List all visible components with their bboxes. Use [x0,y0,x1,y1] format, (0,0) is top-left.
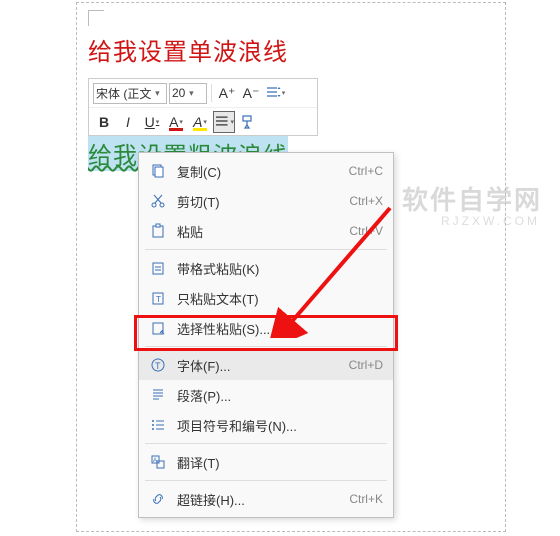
menu-label: 段落(P)... [177,386,383,405]
font-size-value: 20 [172,86,185,100]
context-menu: 复制(C) Ctrl+C 剪切(T) Ctrl+X 粘贴 Ctrl+V 带格式粘… [138,152,394,518]
menu-label: 选择性粘贴(S)... [177,319,383,338]
menu-item-hyperlink[interactable]: 超链接(H)... Ctrl+K [139,484,393,514]
menu-label: 翻译(T) [177,453,383,472]
paste-format-icon [147,259,169,277]
menu-item-paste-special[interactable]: 选择性粘贴(S)... [139,313,393,343]
menu-separator [145,346,387,347]
font-size-select[interactable]: 20 ▾ [169,83,207,104]
menu-label: 项目符号和编号(N)... [177,416,383,435]
translate-icon: A [147,453,169,471]
menu-label: 复制(C) [177,162,349,181]
menu-item-paste-text[interactable]: T 只粘贴文本(T) [139,283,393,313]
italic-button[interactable]: I [117,111,139,133]
menu-label: 剪切(T) [177,192,349,211]
font-name-value: 宋体 (正文 [96,85,151,102]
chevron-down-icon: ▾ [151,88,163,99]
align-icon [214,114,229,130]
chevron-down-icon: ▾ [185,88,197,99]
highlight-button[interactable]: A▾ [189,111,211,133]
highlight-swatch [193,128,207,131]
bold-button[interactable]: B [93,111,115,133]
cut-icon [147,192,169,210]
chevron-down-icon: ▾ [203,118,207,126]
align-button[interactable]: ▾ [213,111,235,133]
menu-shortcut: Ctrl+C [349,164,383,178]
bullets-icon [147,416,169,434]
chevron-down-icon: ▾ [179,118,183,126]
format-painter-button[interactable] [237,111,259,133]
menu-shortcut: Ctrl+D [349,358,383,372]
watermark-text: 软件自学网 [402,180,542,217]
menu-item-paste[interactable]: 粘贴 Ctrl+V [139,216,393,246]
menu-label: 粘贴 [177,222,349,241]
menu-item-paste-format[interactable]: 带格式粘贴(K) [139,253,393,283]
chevron-down-icon: ▾ [156,118,160,126]
underline-button[interactable]: U▾ [141,111,163,133]
menu-label: 只粘贴文本(T) [177,289,383,308]
menu-item-cut[interactable]: 剪切(T) Ctrl+X [139,186,393,216]
chevron-down-icon: ▾ [230,118,234,126]
decrease-font-button[interactable]: A⁻ [240,82,262,104]
font-name-select[interactable]: 宋体 (正文 ▾ [93,83,167,104]
divider [211,84,212,102]
increase-font-button[interactable]: A⁺ [216,82,238,104]
font-icon: T [147,356,169,374]
text-line-1[interactable]: 给我设置单波浪线 [88,32,288,67]
paste-icon [147,222,169,240]
mini-format-toolbar: 宋体 (正文 ▾ 20 ▾ A⁺ A⁻ ▾ B I U▾ A▾ A▾ ▾ [88,78,318,136]
line-spacing-button[interactable]: ▾ [264,82,286,104]
menu-item-copy[interactable]: 复制(C) Ctrl+C [139,156,393,186]
menu-shortcut: Ctrl+K [349,492,383,506]
font-color-button[interactable]: A▾ [165,111,187,133]
paste-text-icon: T [147,289,169,307]
menu-shortcut: Ctrl+X [349,194,383,208]
svg-text:A: A [153,458,157,464]
svg-text:T: T [156,295,161,304]
menu-item-bullets[interactable]: 项目符号和编号(N)... [139,410,393,440]
copy-icon [147,162,169,180]
menu-item-font[interactable]: T 字体(F)... Ctrl+D [139,350,393,380]
paragraph-icon [147,386,169,404]
menu-shortcut: Ctrl+V [349,224,383,238]
menu-separator [145,249,387,250]
document-content: 给我设置单波浪线 [88,10,288,67]
menu-item-translate[interactable]: A 翻译(T) [139,447,393,477]
svg-text:T: T [155,361,161,371]
chevron-down-icon: ▾ [282,89,286,97]
menu-separator [145,480,387,481]
link-icon [147,490,169,508]
page-corner-mark [88,10,104,26]
paste-special-icon [147,319,169,337]
menu-item-paragraph[interactable]: 段落(P)... [139,380,393,410]
menu-separator [145,443,387,444]
format-painter-icon [240,114,256,130]
line-spacing-icon [265,85,281,101]
menu-label: 带格式粘贴(K) [177,259,383,278]
menu-label: 超链接(H)... [177,490,349,509]
menu-label: 字体(F)... [177,356,349,375]
color-swatch [169,128,183,131]
